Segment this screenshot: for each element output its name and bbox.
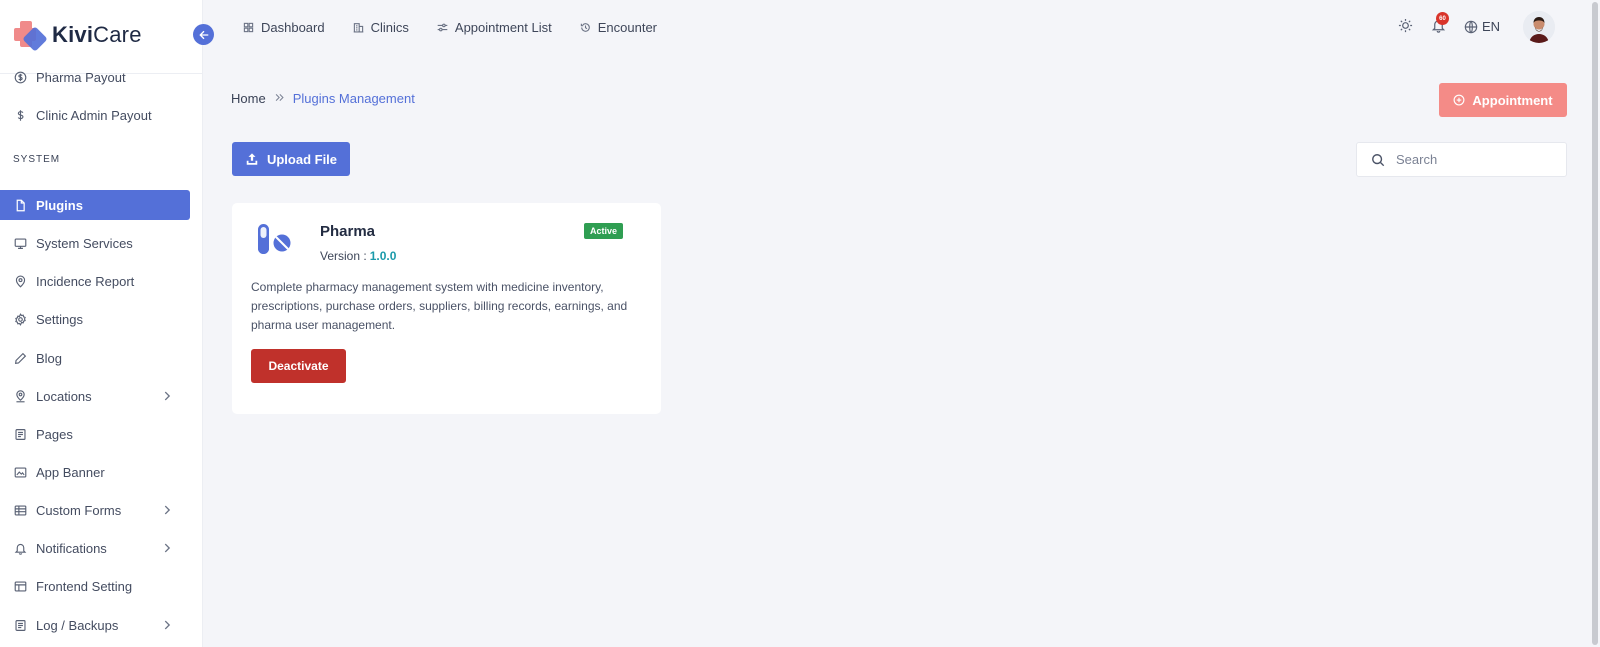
sidebar-item-settings[interactable]: Settings: [0, 304, 190, 334]
location-icon: [13, 389, 27, 403]
grid-icon: [243, 21, 255, 33]
sliders-icon: [437, 21, 449, 33]
button-label: Upload File: [266, 151, 338, 167]
plus-circle-icon: [1453, 94, 1465, 106]
upload-icon: [245, 152, 259, 166]
sidebar-item-incidence-report[interactable]: Incidence Report: [0, 266, 190, 296]
sidebar-item-label: Blog: [36, 350, 63, 366]
breadcrumb: Home Plugins Management: [231, 91, 415, 106]
pencil-icon: [13, 351, 27, 365]
topnav-label: Appointment List: [454, 19, 552, 35]
gear-icon: [13, 312, 27, 326]
sidebar-item-system-services[interactable]: System Services: [0, 228, 190, 258]
topnav-dashboard[interactable]: Dashboard: [243, 20, 325, 35]
sidebar-item-label: Settings: [36, 311, 83, 327]
chevron-right-icon: [160, 389, 174, 403]
search-box: [1356, 142, 1567, 177]
topnav-label: Clinics: [370, 19, 409, 35]
kivicare-logo-icon: [14, 19, 48, 52]
layout-icon: [13, 579, 27, 593]
sidebar-item-label: Clinic Admin Payout: [36, 107, 152, 123]
sidebar-item-label: App Banner: [36, 464, 105, 480]
dollar-circle-icon: [13, 70, 27, 84]
breadcrumb-home[interactable]: Home: [231, 91, 266, 106]
page-icon: [13, 427, 27, 441]
building-icon: [353, 21, 365, 33]
chevron-right-icon: [160, 503, 174, 517]
sidebar: KiviCare Pharma Payout Clinic Admin Payo…: [0, 0, 203, 647]
sidebar-item-locations[interactable]: Locations: [0, 381, 190, 411]
sidebar-item-label: Pages: [36, 426, 73, 442]
language-selector[interactable]: EN: [1464, 19, 1500, 34]
page-scrollbar[interactable]: [1589, 0, 1600, 647]
sidebar-item-app-banner[interactable]: App Banner: [0, 457, 190, 487]
sidebar-section-system: SYSTEM: [13, 154, 61, 165]
sidebar-item-plugins[interactable]: Plugins: [0, 190, 190, 220]
search-input[interactable]: [1396, 152, 1546, 167]
add-appointment-button[interactable]: Appointment: [1439, 83, 1567, 117]
sidebar-item-pages[interactable]: Pages: [0, 419, 190, 449]
dollar-icon: [13, 108, 27, 122]
plugin-name: Pharma: [320, 223, 376, 240]
deactivate-button[interactable]: Deactivate: [251, 349, 346, 383]
sidebar-item-blog[interactable]: Blog: [0, 343, 190, 373]
plugin-description: Complete pharmacy management system with…: [251, 280, 628, 332]
sidebar-item-frontend-setting[interactable]: Frontend Setting: [0, 571, 190, 601]
search-icon: [1371, 153, 1385, 167]
sidebar-item-label: Plugins: [36, 197, 83, 213]
sidebar-item-label: Custom Forms: [36, 502, 122, 518]
notification-count-badge: 60: [1436, 12, 1449, 25]
file-icon: [13, 198, 27, 212]
history-icon: [580, 21, 592, 33]
sidebar-item-label: Incidence Report: [36, 273, 135, 289]
scrollbar-thumb[interactable]: [1592, 2, 1598, 645]
chevron-right-icon: [160, 618, 174, 632]
pills-icon: [254, 221, 292, 259]
status-badge: Active: [584, 223, 624, 239]
monitor-icon: [13, 236, 27, 250]
chevron-right-icon: [160, 541, 174, 555]
form-icon: [13, 503, 27, 517]
logo[interactable]: KiviCare: [14, 19, 142, 52]
topnav-appointment-list[interactable]: Appointment List: [437, 20, 552, 35]
log-icon: [13, 618, 27, 632]
bell-icon: [13, 541, 27, 555]
plugin-version: Version :1.0.0: [320, 249, 396, 263]
upload-file-button[interactable]: Upload File: [232, 142, 350, 176]
sidebar-item-clinic-admin-payout[interactable]: Clinic Admin Payout: [0, 100, 190, 130]
sidebar-item-label: System Services: [36, 235, 133, 251]
sidebar-item-label: Pharma Payout: [36, 69, 126, 85]
sidebar-item-notifications[interactable]: Notifications: [0, 533, 190, 563]
topnav-label: Encounter: [597, 19, 658, 35]
topnav-clinics[interactable]: Clinics: [353, 20, 409, 35]
theme-toggle-sun-icon[interactable]: [1398, 18, 1413, 38]
arrow-left-icon: [198, 29, 210, 41]
sidebar-item-label: Notifications: [36, 540, 107, 556]
version-value: 1.0.0: [369, 249, 397, 263]
sidebar-item-custom-forms[interactable]: Custom Forms: [0, 495, 190, 525]
sidebar-item-pharma-payout[interactable]: Pharma Payout: [0, 62, 190, 92]
language-label: EN: [1482, 19, 1501, 34]
double-chevron-right-icon: [274, 92, 285, 106]
top-navigation: Dashboard Clinics Appointment List Encou…: [243, 17, 685, 37]
topnav-encounter[interactable]: Encounter: [580, 20, 657, 35]
sidebar-item-label: Log / Backups: [36, 617, 119, 633]
version-label: Version :: [320, 249, 367, 263]
globe-icon: [1464, 20, 1478, 34]
button-label: Appointment: [1472, 92, 1553, 108]
breadcrumb-current: Plugins Management: [292, 91, 415, 106]
image-icon: [13, 465, 27, 479]
sidebar-item-log-backups[interactable]: Log / Backups: [0, 610, 190, 640]
plugin-card: Pharma Version :1.0.0 Active Complete ph…: [232, 203, 661, 414]
user-avatar[interactable]: [1523, 11, 1555, 43]
logo-text: KiviCare: [52, 22, 142, 47]
sidebar-item-label: Frontend Setting: [36, 578, 133, 594]
map-pin-icon: [13, 274, 27, 288]
sidebar-item-label: Locations: [36, 388, 92, 404]
sidebar-collapse-button[interactable]: [193, 24, 214, 45]
topnav-label: Dashboard: [261, 19, 325, 35]
